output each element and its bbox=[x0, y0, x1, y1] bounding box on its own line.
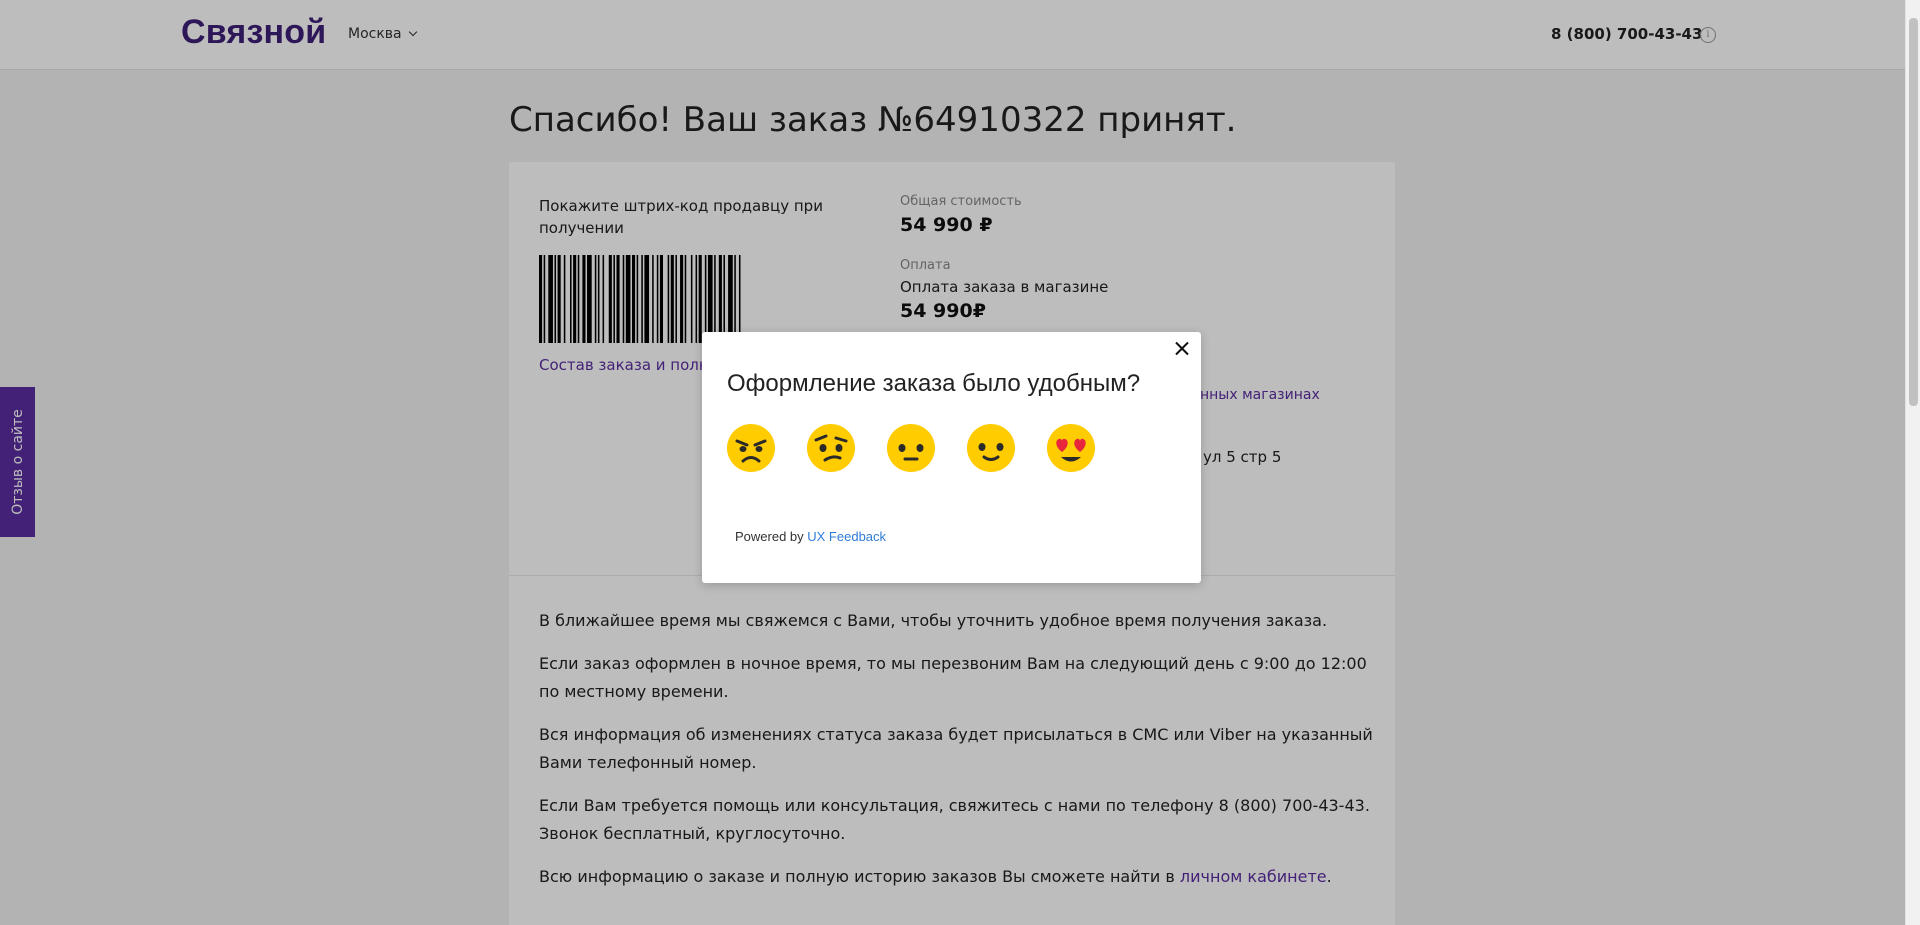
slightly-smiling-face-icon[interactable] bbox=[967, 424, 1015, 472]
powered-by: Powered by UX Feedback bbox=[735, 529, 886, 544]
heart-eyes-face-icon[interactable] bbox=[1047, 424, 1095, 472]
ux-feedback-link[interactable]: UX Feedback bbox=[807, 529, 886, 544]
page-scrollbar[interactable] bbox=[1905, 0, 1920, 925]
scrollbar-thumb[interactable] bbox=[1909, 18, 1918, 406]
rating-emojis bbox=[727, 424, 1095, 472]
powered-prefix: Powered by bbox=[735, 529, 808, 544]
close-icon[interactable] bbox=[1171, 338, 1193, 360]
angry-face-icon[interactable] bbox=[727, 424, 775, 472]
confused-face-icon[interactable] bbox=[807, 424, 855, 472]
neutral-face-icon[interactable] bbox=[887, 424, 935, 472]
feedback-question: Оформление заказа было удобным? bbox=[727, 370, 1141, 397]
feedback-modal: Оформление заказа было удобным? Powered … bbox=[702, 332, 1201, 583]
